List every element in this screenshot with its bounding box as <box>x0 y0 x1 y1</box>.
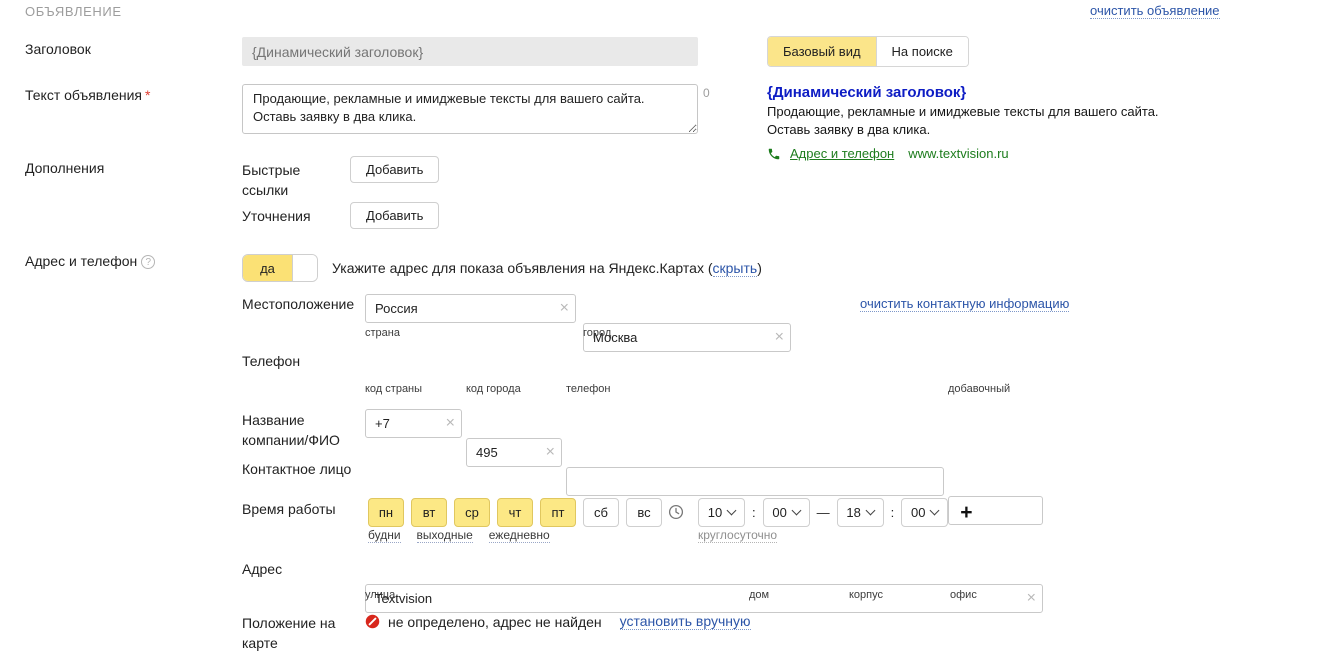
work-hours-controls: 10 : 00 — 18 : 00 + <box>698 498 973 527</box>
map-position-status: не определено, адрес не найден установит… <box>365 613 751 630</box>
phone-number-caption: телефон <box>566 383 610 395</box>
preview-site-url: www.textvision.ru <box>908 146 1008 161</box>
company-name-label: Название компании/ФИО <box>242 411 360 450</box>
building-caption: корпус <box>849 589 883 601</box>
city-caption: город <box>583 327 611 339</box>
map-position-label: Положение на карте <box>242 614 352 652</box>
round-clock-link[interactable]: круглосуточно <box>698 528 777 543</box>
preset-weekend-link[interactable]: выходные <box>417 528 473 543</box>
hide-link[interactable]: скрыть <box>713 260 758 277</box>
office-caption: офис <box>950 589 977 601</box>
ad-edit-page: ОБЪЯВЛЕНИЕ очистить объявление Заголовок… <box>0 0 1336 652</box>
range-separator: — <box>817 505 830 520</box>
preset-weekdays-link[interactable]: будни <box>368 528 401 543</box>
clear-country-code-icon[interactable]: × <box>446 415 455 431</box>
clear-city-code-icon[interactable]: × <box>546 444 555 460</box>
add-sitelinks-button[interactable]: Добавить <box>350 156 439 183</box>
city-input[interactable] <box>583 323 791 352</box>
address-phone-label: Адрес и телефон? <box>25 253 155 269</box>
required-asterisk: * <box>145 87 150 103</box>
add-callouts-button[interactable]: Добавить <box>350 202 439 229</box>
city-code-caption: код города <box>466 383 521 395</box>
preview-text-line1: Продающие, рекламные и имиджевые тексты … <box>767 103 1197 121</box>
tab-on-search[interactable]: На поиске <box>876 37 968 66</box>
time-separator: : <box>752 505 756 520</box>
address-toggle[interactable]: да <box>242 254 318 282</box>
day-preset-links: будни выходные ежедневно <box>368 528 550 543</box>
char-counter: 0 <box>703 86 710 100</box>
day-button-fri[interactable]: пт <box>540 498 576 527</box>
house-caption: дом <box>749 589 769 601</box>
toggle-knob <box>293 255 317 281</box>
work-time-label: Время работы <box>242 501 336 517</box>
day-button-sat[interactable]: сб <box>583 498 619 527</box>
from-min-select[interactable]: 00 <box>763 498 810 527</box>
clock-icon <box>668 504 684 520</box>
callouts-label: Уточнения <box>242 208 311 224</box>
chevron-down-icon <box>865 506 875 516</box>
from-hour-select[interactable]: 10 <box>698 498 745 527</box>
day-button-thu[interactable]: чт <box>497 498 533 527</box>
chevron-down-icon <box>727 506 737 516</box>
clear-ad-link[interactable]: очистить объявление <box>1090 3 1220 19</box>
error-icon <box>365 614 380 629</box>
location-label: Местоположение <box>242 296 354 312</box>
additions-label: Дополнения <box>25 160 104 176</box>
company-name-input[interactable] <box>365 584 1043 613</box>
country-input[interactable] <box>365 294 576 323</box>
ad-text-label: Текст объявления* <box>25 87 150 103</box>
set-manually-link[interactable]: установить вручную <box>620 613 751 630</box>
day-button-tue[interactable]: вт <box>411 498 447 527</box>
preview-contact-link[interactable]: Адрес и телефон <box>790 146 894 161</box>
chevron-down-icon <box>791 506 801 516</box>
address-hint: Укажите адрес для показа объявления на Я… <box>332 260 762 276</box>
add-work-interval-button[interactable]: + <box>960 502 972 523</box>
toggle-on-label: да <box>243 255 293 281</box>
contact-person-label: Контактное лицо <box>242 461 351 477</box>
phone-label: Телефон <box>242 353 300 369</box>
address-label: Адрес <box>242 561 282 577</box>
ad-preview: {Динамический заголовок} Продающие, рекл… <box>767 84 1197 161</box>
chevron-down-icon <box>930 506 940 516</box>
clear-city-icon[interactable]: × <box>775 329 784 345</box>
tab-basic-view[interactable]: Базовый вид <box>768 37 876 66</box>
day-button-sun[interactable]: вс <box>626 498 662 527</box>
title-row-label: Заголовок <box>25 41 91 57</box>
to-hour-select[interactable]: 18 <box>837 498 884 527</box>
clear-country-icon[interactable]: × <box>560 300 569 316</box>
country-code-caption: код страны <box>365 383 422 395</box>
phone-ext-caption: добавочный <box>948 383 1010 395</box>
day-button-wed[interactable]: ср <box>454 498 490 527</box>
phone-icon <box>767 147 781 161</box>
phone-number-input[interactable] <box>566 467 944 496</box>
preview-tabs: Базовый вид На поиске <box>767 36 969 67</box>
time-separator: : <box>891 505 895 520</box>
page-title: ОБЪЯВЛЕНИЕ <box>25 4 122 19</box>
clear-contact-info-link[interactable]: очистить контактную информацию <box>860 296 1069 312</box>
country-caption: страна <box>365 327 400 339</box>
preview-text-line2: Оставь заявку в два клика. <box>767 121 1197 139</box>
day-button-mon[interactable]: пн <box>368 498 404 527</box>
sitelinks-label: Быстрые ссылки <box>242 160 322 201</box>
ad-text-textarea[interactable]: Продающие, рекламные и имиджевые тексты … <box>242 84 698 134</box>
map-status-text: не определено, адрес не найден <box>388 614 602 630</box>
help-icon[interactable]: ? <box>141 255 155 269</box>
clear-company-icon[interactable]: × <box>1027 590 1036 606</box>
day-buttons: пн вт ср чт пт сб вс <box>368 498 662 527</box>
street-caption: улица <box>365 589 395 601</box>
to-min-select[interactable]: 00 <box>901 498 948 527</box>
dynamic-title-input[interactable] <box>242 37 698 66</box>
preview-title-link[interactable]: {Динамический заголовок} <box>767 84 1197 101</box>
preset-daily-link[interactable]: ежедневно <box>489 528 550 543</box>
